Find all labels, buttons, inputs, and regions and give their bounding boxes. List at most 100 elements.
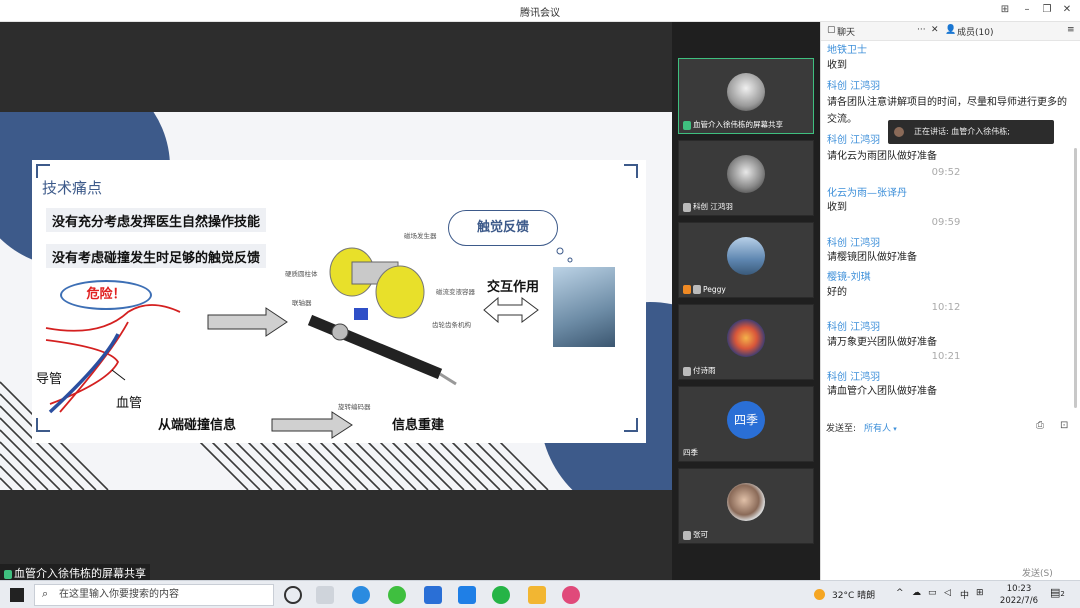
title-bar: 腾讯会议 ⊞ – ❐ ✕ (0, 0, 1080, 22)
message-text: 收到 (827, 60, 847, 71)
network-icon[interactable]: ▭ (928, 588, 937, 598)
sun-icon (814, 589, 825, 600)
ime-indicator[interactable]: 中 (960, 588, 969, 601)
close-tab-icon[interactable]: ✕ (931, 25, 939, 35)
speaking-tooltip: 正在讲话: 血管介入徐伟栋; (888, 120, 1054, 144)
app-icon[interactable] (562, 586, 580, 604)
message-sender: 科创 江鸿羽 (827, 238, 881, 249)
send-button[interactable]: 发送(S) (1022, 566, 1053, 579)
chat-tabs: ▢ 聊天 ··· ✕ 👤 成员(10) ≡ (821, 22, 1080, 41)
message-text: 请化云为雨团队做好准备 (827, 151, 937, 162)
chat-scrollbar[interactable] (1074, 148, 1077, 408)
surgeon-photo (553, 267, 615, 347)
participant-tile[interactable]: 付诗雨 (678, 304, 814, 380)
message-sender: 樱镜-刘琪 (827, 272, 871, 283)
chat-messages: 地铁卫士 收到 科创 江鸿羽 请各团队注意讲解项目的时间，尽量和导师进行更多的交… (821, 41, 1071, 431)
label-magnet: 磁场发生器 (404, 232, 437, 240)
volume-icon[interactable]: ◁ (944, 588, 951, 598)
message-sender: 科创 江鸿羽 (827, 135, 881, 146)
browser-icon[interactable] (352, 586, 370, 604)
sketch-avatar (727, 73, 765, 111)
search-icon: ⌕ (42, 587, 49, 600)
wps-icon[interactable] (424, 586, 442, 604)
participant-tile[interactable]: 科创 江鸿羽 (678, 140, 814, 216)
text-avatar: 四季 (727, 401, 765, 439)
message-sender: 科创 江鸿羽 (827, 372, 881, 383)
input-icon[interactable]: ⊞ (976, 588, 984, 598)
close-button[interactable]: ✕ (1060, 3, 1074, 17)
start-icon[interactable] (10, 588, 24, 602)
mic-muted-icon (683, 202, 691, 212)
app-window: 腾讯会议 ⊞ – ❐ ✕ 技术痛点 没有充分考虑发挥医生自然操作技能 没有考虑碰… (0, 0, 1080, 608)
participant-video-column: 血管介入徐伟栋的屏幕共享 科创 江鸿羽 Peggy 付诗雨 四季 四季 张可 (672, 22, 820, 580)
screenshot-icon[interactable]: ⊡ (1060, 420, 1068, 431)
label-catheter: 导管 (36, 372, 63, 387)
task-view-icon[interactable] (316, 586, 334, 604)
label-info-rebuild: 信息重建 (392, 418, 445, 433)
cloud-icon[interactable]: ☁ (912, 588, 921, 598)
dropdown-icon: ▾ (891, 425, 897, 433)
label-collision-info: 从端碰撞信息 (158, 418, 237, 433)
message-text: 好的 (827, 287, 847, 298)
menu-icon[interactable]: ≡ (1067, 25, 1075, 35)
person-avatar (727, 483, 765, 521)
mic-muted-icon (693, 285, 701, 294)
weather-text[interactable]: 32°C 晴朗 (832, 588, 875, 601)
label-gear: 齿轮齿条机构 (432, 321, 471, 329)
more-icon[interactable]: ··· (917, 25, 926, 35)
cortana-icon[interactable] (284, 586, 302, 604)
label-mr-fluid: 磁流变液容器 (436, 288, 475, 296)
ie-icon[interactable] (388, 586, 406, 604)
pin-icon[interactable]: ⊞ (998, 3, 1012, 17)
chat-icon: ▢ (827, 25, 836, 35)
message-text: 请樱镜团队做好准备 (827, 252, 917, 263)
message-timestamp: 10:12 (931, 302, 961, 313)
message-timestamp: 09:52 (931, 167, 961, 178)
meeting-app-icon[interactable] (458, 586, 476, 604)
label-interaction: 交互作用 (487, 280, 540, 295)
mic-icon (683, 120, 691, 130)
screen-share-label: 血管介入徐伟栋的屏幕共享 (0, 564, 150, 580)
notification-icon[interactable]: ▤2 (1050, 586, 1065, 599)
folder-icon[interactable] (528, 586, 546, 604)
fire-avatar (727, 319, 765, 357)
speaker-avatar (894, 127, 904, 137)
sky-avatar (727, 237, 765, 275)
message-text: 请万象更兴团队做好准备 (827, 337, 937, 348)
user-icon (683, 285, 691, 294)
send-to-select[interactable]: 所有人 (864, 424, 891, 434)
mic-muted-icon (683, 530, 691, 540)
window-title: 腾讯会议 (520, 8, 560, 19)
shared-slide: 技术痛点 没有充分考虑发挥医生自然操作技能 没有考虑碰撞发生时足够的触觉反馈 触… (0, 112, 672, 490)
maximize-button[interactable]: ❐ (1040, 3, 1054, 17)
tab-members[interactable]: 成员(10) (957, 25, 993, 38)
message-text: 收到 (827, 202, 847, 213)
mic-icon (4, 569, 12, 579)
mic-muted-icon (683, 366, 691, 376)
participant-tile[interactable]: 血管介入徐伟栋的屏幕共享 (678, 58, 814, 134)
send-to-row: 发送至: 所有人 ▾ (826, 424, 897, 434)
members-icon: 👤 (945, 25, 957, 35)
tray-chevron-icon[interactable]: ^ (896, 588, 904, 598)
tab-chat[interactable]: 聊天 (837, 25, 855, 38)
message-sender: 科创 江鸿羽 (827, 81, 881, 92)
taskbar-search-input[interactable]: 在这里输入你要搜索的内容 (34, 584, 274, 606)
minimize-button[interactable]: – (1020, 3, 1034, 17)
message-timestamp: 09:59 (931, 217, 961, 228)
clock[interactable]: 10:23 2022/7/6 (995, 583, 1043, 607)
anime-avatar (727, 155, 765, 193)
participant-tile[interactable]: 张可 (678, 468, 814, 544)
label-vessel: 血管 (116, 396, 143, 411)
label-encoder: 旋转编码器 (338, 403, 371, 411)
message-sender: 化云为雨—张译丹 (827, 188, 907, 199)
label-cylinder: 硬质圆柱体 (285, 270, 318, 278)
message-sender: 科创 江鸿羽 (827, 322, 881, 333)
participant-tile[interactable]: Peggy (678, 222, 814, 298)
message-sender: 地铁卫士 (827, 45, 867, 56)
wechat-icon[interactable] (492, 586, 510, 604)
chat-panel: ▢ 聊天 ··· ✕ 👤 成员(10) ≡ 地铁卫士 收到 科创 江鸿羽 请各团… (820, 22, 1080, 580)
windows-taskbar: 在这里输入你要搜索的内容 ⌕ 32°C 晴朗 ^ ☁ ▭ ◁ 中 ⊞ 10:23… (0, 580, 1080, 608)
label-coupler: 联轴器 (292, 299, 312, 307)
participant-tile[interactable]: 四季 四季 (678, 386, 814, 462)
file-icon[interactable]: ⎙ (1036, 420, 1044, 431)
